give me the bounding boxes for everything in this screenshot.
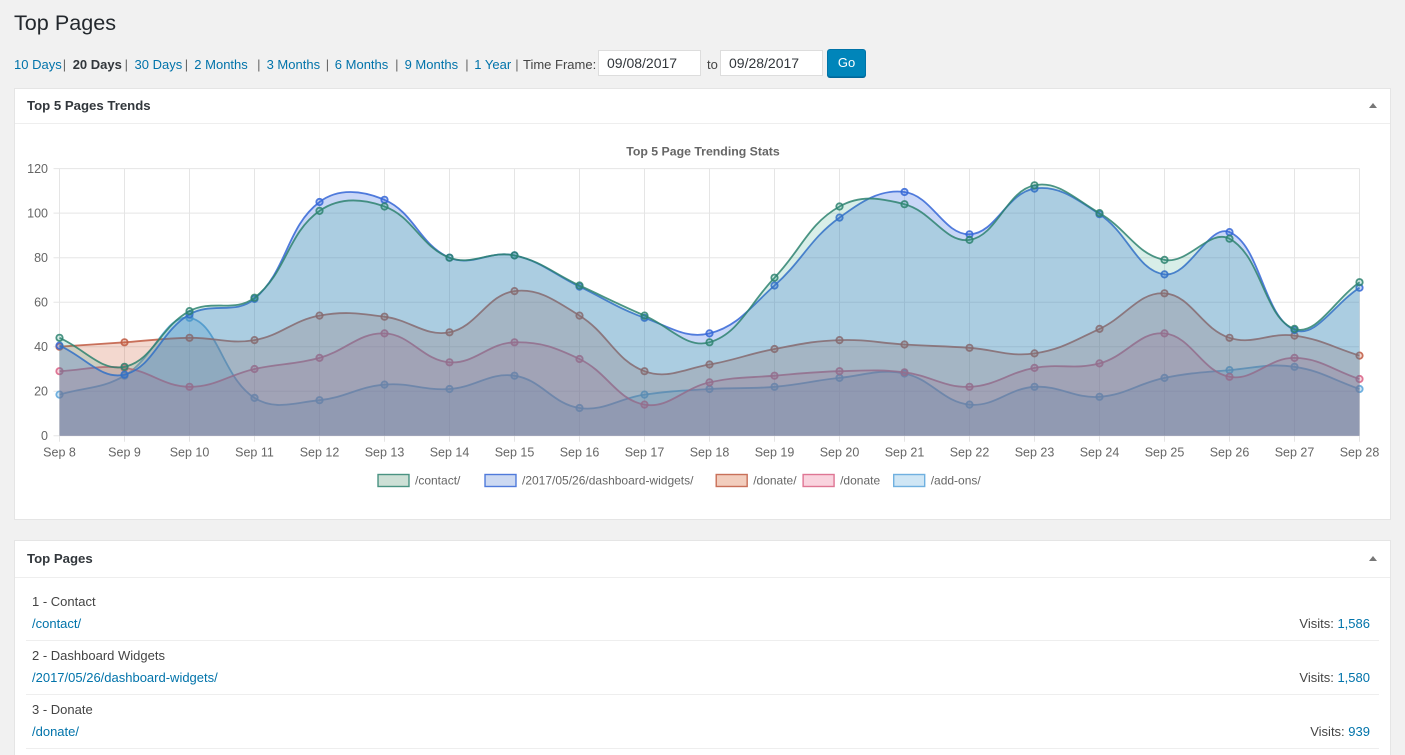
- svg-text:Sep 17: Sep 17: [625, 446, 665, 460]
- svg-text:Sep 25: Sep 25: [1145, 446, 1185, 460]
- svg-text:Sep 28: Sep 28: [1340, 446, 1380, 460]
- svg-text:Sep 21: Sep 21: [885, 446, 925, 460]
- svg-text:Sep 19: Sep 19: [755, 446, 795, 460]
- svg-text:/contact/: /contact/: [415, 474, 461, 488]
- svg-text:Sep 13: Sep 13: [365, 446, 405, 460]
- svg-text:60: 60: [34, 295, 48, 309]
- svg-text:Sep 14: Sep 14: [430, 446, 470, 460]
- svg-text:Sep 8: Sep 8: [43, 446, 76, 460]
- svg-text:Top 5 Page Trending Stats: Top 5 Page Trending Stats: [626, 145, 780, 159]
- svg-text:120: 120: [27, 162, 48, 176]
- svg-text:Sep 18: Sep 18: [690, 446, 730, 460]
- svg-text:Sep 15: Sep 15: [495, 446, 535, 460]
- svg-text:Sep 9: Sep 9: [108, 446, 141, 460]
- svg-text:/add-ons/: /add-ons/: [931, 474, 982, 488]
- svg-text:Sep 23: Sep 23: [1015, 446, 1055, 460]
- svg-text:Sep 22: Sep 22: [950, 446, 990, 460]
- svg-text:/donate/: /donate/: [753, 474, 797, 488]
- svg-text:Sep 27: Sep 27: [1275, 446, 1315, 460]
- svg-text:/2017/05/26/dashboard-widgets/: /2017/05/26/dashboard-widgets/: [522, 474, 694, 488]
- svg-text:100: 100: [27, 206, 48, 220]
- svg-text:0: 0: [41, 429, 48, 443]
- svg-text:Sep 26: Sep 26: [1210, 446, 1250, 460]
- svg-text:/donate: /donate: [840, 474, 880, 488]
- svg-text:Sep 20: Sep 20: [820, 446, 860, 460]
- svg-text:Sep 16: Sep 16: [560, 446, 600, 460]
- svg-text:Sep 24: Sep 24: [1080, 446, 1120, 460]
- svg-text:80: 80: [34, 251, 48, 265]
- svg-text:Sep 11: Sep 11: [235, 446, 274, 460]
- svg-text:Sep 12: Sep 12: [300, 446, 340, 460]
- svg-text:40: 40: [34, 340, 48, 354]
- svg-text:20: 20: [34, 385, 48, 399]
- svg-text:Sep 10: Sep 10: [170, 446, 210, 460]
